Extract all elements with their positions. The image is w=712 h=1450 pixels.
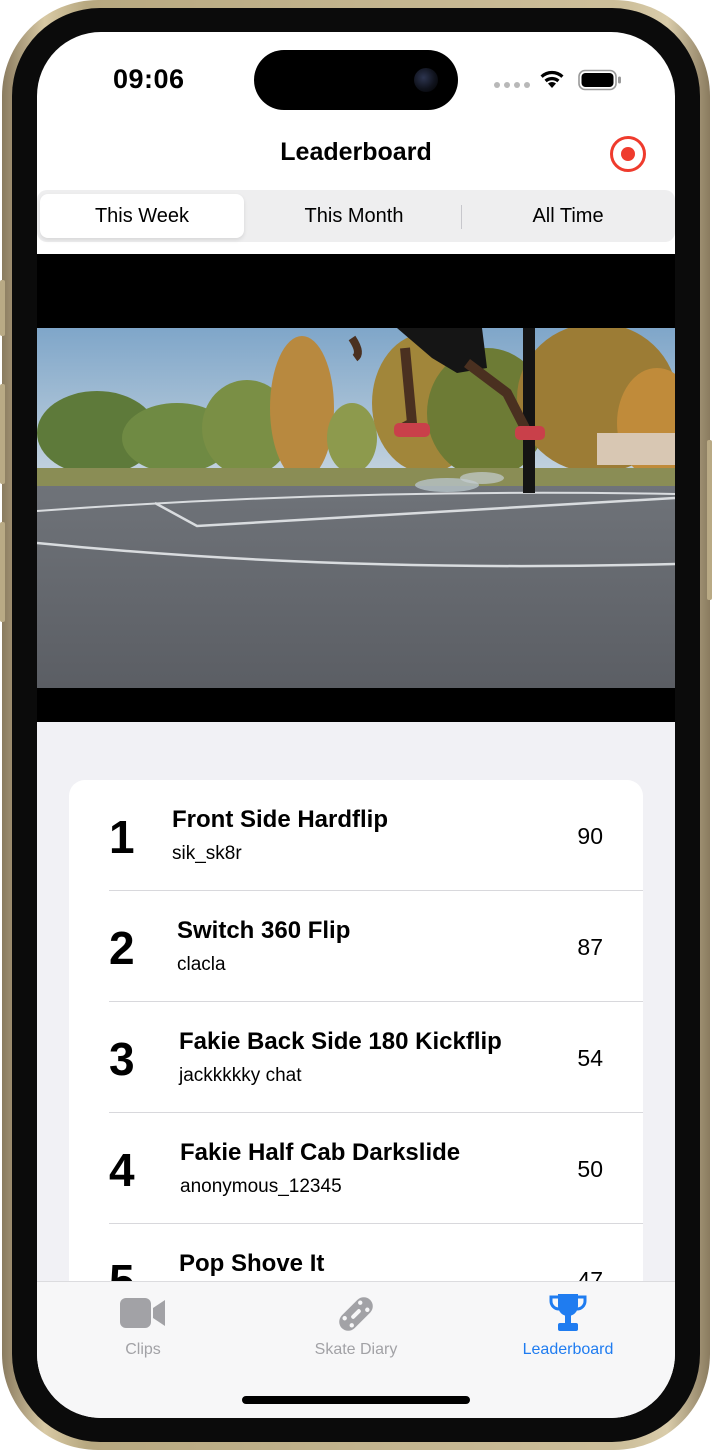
- status-time: 09:06: [113, 64, 185, 94]
- home-indicator[interactable]: [242, 1396, 470, 1404]
- screen: 09:06 Leaderboard This Week This Month A…: [37, 32, 675, 1418]
- video-camera-icon: [120, 1298, 165, 1328]
- volume-down-button: [0, 522, 5, 622]
- trick-name: Fakie Back Side 180 Kickflip: [179, 1028, 502, 1055]
- trick-name: Fakie Half Cab Darkslide: [180, 1139, 461, 1166]
- record-button[interactable]: [610, 136, 646, 172]
- rank-number: 3: [109, 1033, 135, 1085]
- time-range-segmented-control: This Week This Month All Time: [37, 190, 675, 242]
- leaderboard-row[interactable]: 2 Switch 360 Flip clacla 87: [69, 891, 643, 1002]
- leaderboard-row[interactable]: 4 Fakie Half Cab Darkslide anonymous_123…: [69, 1113, 643, 1224]
- video-player: [37, 254, 675, 722]
- tab-label: Leaderboard: [522, 1341, 614, 1358]
- tab-leaderboard[interactable]: Leaderboard: [462, 1282, 674, 1372]
- skateboard-icon: [339, 1297, 373, 1331]
- rank-number: 4: [109, 1144, 135, 1196]
- score: 54: [577, 1045, 603, 1071]
- action-button: [0, 280, 5, 336]
- tab-label: Skate Diary: [314, 1341, 398, 1358]
- username: jackkkkky chat: [179, 1065, 302, 1086]
- status-bar: 09:06: [37, 32, 675, 132]
- tab-label: Clips: [125, 1341, 161, 1358]
- trophy-icon: [549, 1294, 587, 1331]
- rank-number: 2: [109, 922, 135, 974]
- leaderboard-list: 1 Front Side Hardflip sik_sk8r 90 2 Swit…: [69, 780, 643, 1300]
- score: 50: [577, 1156, 603, 1182]
- skate-clip-video[interactable]: [37, 328, 675, 688]
- volume-up-button: [0, 384, 5, 484]
- trick-name: Pop Shove It: [179, 1250, 325, 1277]
- dynamic-island: [254, 50, 458, 110]
- tab-clips[interactable]: Clips: [37, 1282, 249, 1372]
- trick-name: Front Side Hardflip: [172, 806, 388, 833]
- battery-icon: [578, 69, 621, 91]
- rank-number: 1: [109, 811, 135, 863]
- username: anonymous_12345: [180, 1176, 342, 1197]
- username: sik_sk8r: [172, 843, 242, 864]
- username: clacla: [177, 954, 226, 975]
- segment-all-time[interactable]: All Time: [466, 194, 670, 238]
- video-frame-image: [37, 328, 675, 688]
- wifi-icon: [540, 70, 564, 88]
- segment-divider: [461, 205, 462, 229]
- score: 87: [577, 934, 603, 960]
- segment-this-month[interactable]: This Month: [252, 194, 456, 238]
- page-title: Leaderboard: [280, 138, 432, 166]
- leaderboard-row[interactable]: 1 Front Side Hardflip sik_sk8r 90: [69, 780, 643, 891]
- segment-this-week[interactable]: This Week: [40, 194, 244, 238]
- leaderboard-row[interactable]: 3 Fakie Back Side 180 Kickflip jackkkkky…: [69, 1002, 643, 1113]
- score: 90: [577, 823, 603, 849]
- leaderboard-list-background: 1 Front Side Hardflip sik_sk8r 90 2 Swit…: [37, 722, 675, 1300]
- record-icon: [621, 147, 635, 161]
- front-camera: [414, 68, 438, 92]
- power-button: [707, 440, 712, 600]
- cellular-dots-icon: [494, 82, 530, 88]
- trick-name: Switch 360 Flip: [177, 917, 351, 944]
- tab-skate-diary[interactable]: Skate Diary: [250, 1282, 462, 1372]
